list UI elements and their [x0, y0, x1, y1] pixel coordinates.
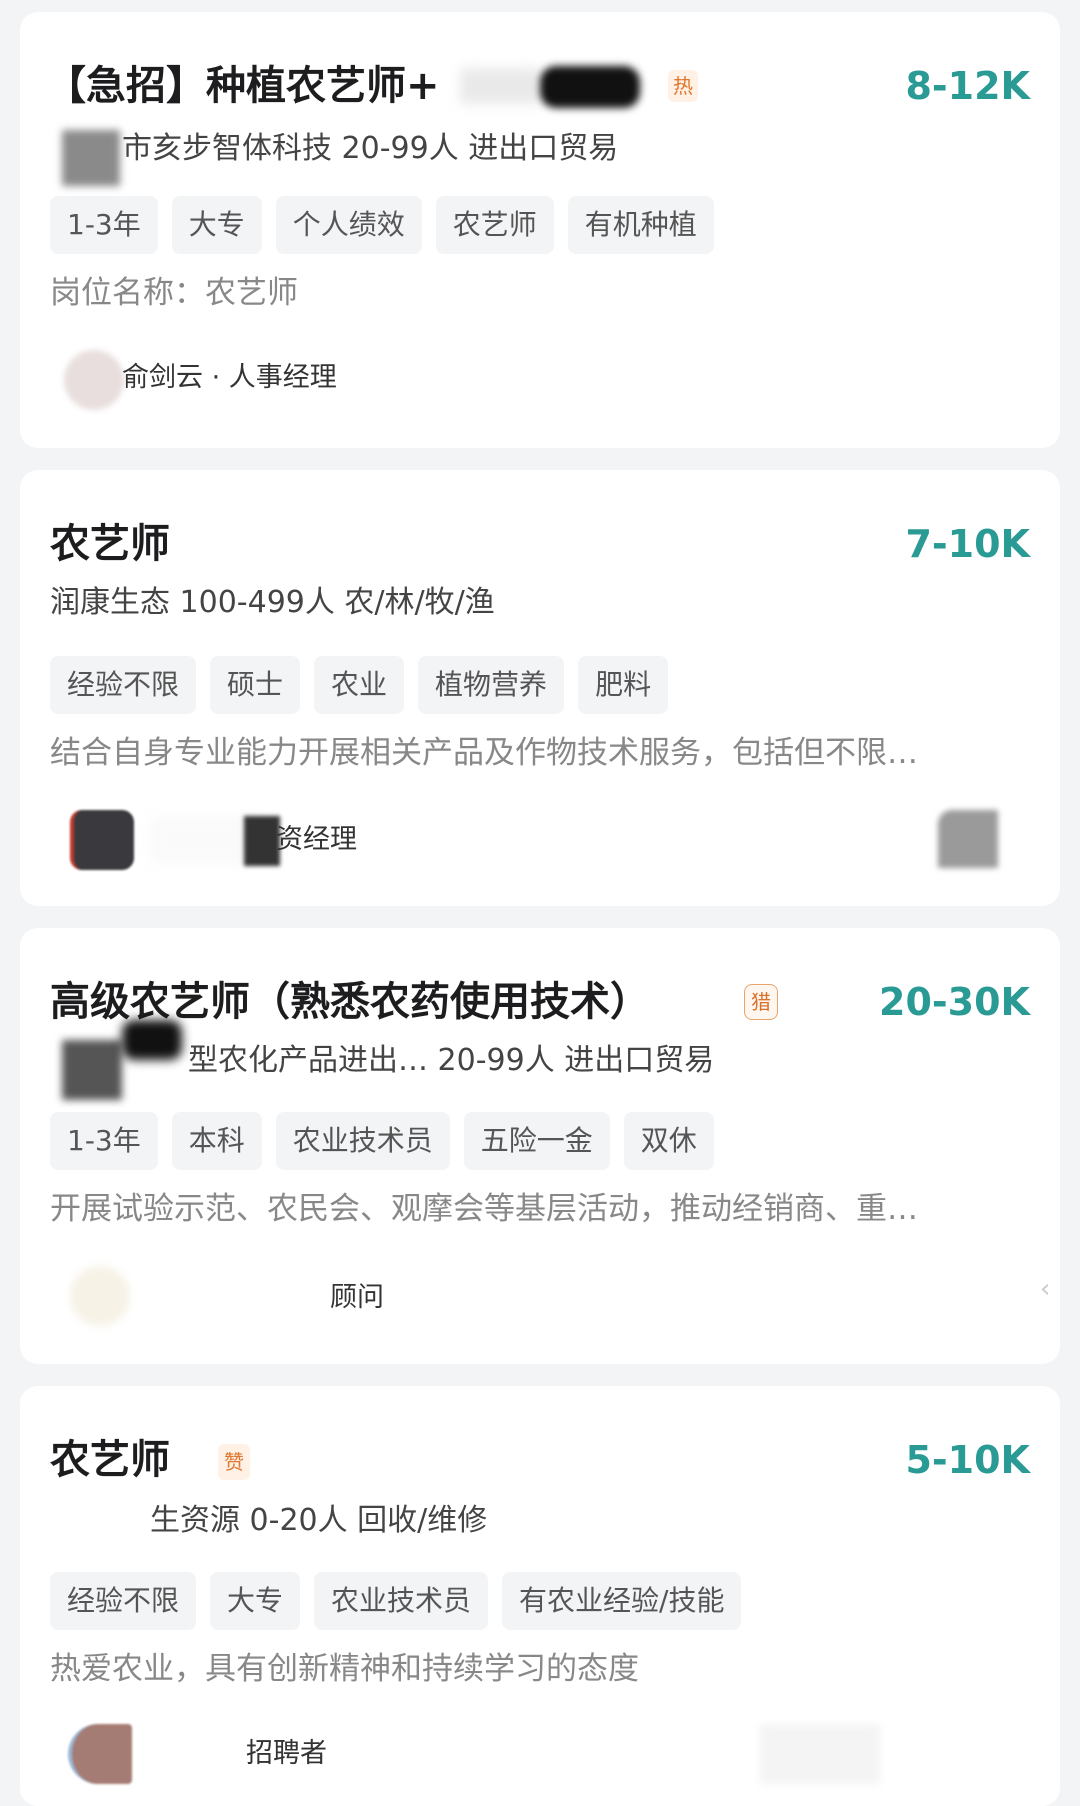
job-title: 农艺师: [50, 1437, 170, 1483]
company-logo-blur: [122, 1020, 182, 1060]
tag: 农业: [314, 656, 405, 714]
company-info: 型农化产品进出… 20-99人 进出口贸易: [188, 1043, 715, 1078]
tag: 有农业经验/技能: [502, 1572, 742, 1630]
salary: 5-10K: [905, 1438, 1030, 1482]
recruiter-title: 资经理: [276, 824, 357, 855]
job-title: 农艺师: [50, 521, 170, 567]
recruiter-row[interactable]: 顾问 ‹: [50, 1266, 1050, 1328]
hot-badge-icon: 热: [668, 70, 698, 102]
recruiter-avatar: [64, 350, 124, 410]
job-description: 结合自身专业能力开展相关产品及作物技术服务，包括但不限…: [50, 735, 918, 771]
tag-list: 经验不限 大专 农业技术员 有农业经验/技能: [50, 1572, 742, 1630]
salary: 7-10K: [905, 522, 1030, 566]
tag-list: 经验不限 硕士 农业 植物营养 肥料: [50, 656, 669, 714]
tag: 经验不限: [50, 1572, 197, 1630]
job-description: 开展试验示范、农民会、观摩会等基层活动，推动经销商、重…: [50, 1191, 918, 1227]
tag-list: 1-3年 大专 个人绩效 农艺师 有机种植: [50, 196, 714, 254]
company-info: 市亥步智体科技 20-99人 进出口贸易: [122, 131, 619, 166]
job-card[interactable]: 高级农艺师（熟悉农药使用技术） 猎 20-30K 型农化产品进出… 20-99人…: [20, 928, 1060, 1364]
job-title-row: 农艺师 7-10K: [50, 514, 1030, 574]
tag: 大专: [210, 1572, 301, 1630]
recruiter-row[interactable]: 招聘者: [50, 1724, 1030, 1784]
recruiter-title: 顾问: [330, 1282, 384, 1313]
tag: 有机种植: [567, 196, 714, 254]
recruiter-name: 俞剑云 · 人事经理: [122, 362, 337, 393]
tag: 农业技术员: [275, 1112, 450, 1170]
like-badge-icon: 赞: [218, 1444, 250, 1480]
job-description: 岗位名称：农艺师: [50, 275, 298, 311]
redacted-title-part: [540, 66, 640, 108]
chevron-left-icon: ‹: [1040, 1274, 1051, 1304]
recruiter-row[interactable]: 俞剑云 · 人事经理: [50, 348, 1030, 410]
salary: 8-12K: [905, 64, 1030, 108]
company-info: 生资源 0-20人 回收/维修: [150, 1503, 488, 1538]
tag: 植物营养: [418, 656, 565, 714]
recruiter-avatar: [70, 1266, 130, 1326]
tag: 农业技术员: [314, 1572, 489, 1630]
tag: 肥料: [578, 656, 669, 714]
company-logo-blur: [62, 1040, 122, 1100]
job-list: 【急招】种植农艺师+ 热 8-12K 市亥步智体科技 20-99人 进出口贸易 …: [0, 0, 1080, 1806]
redacted-right: [938, 810, 998, 868]
tag: 个人绩效: [275, 196, 422, 254]
company-info: 润康生态 100-499人 农/林/牧/渔: [50, 585, 495, 620]
job-card[interactable]: 农艺师 赞 5-10K 生资源 0-20人 回收/维修 经验不限 大专 农业技术…: [20, 1386, 1060, 1806]
redacted-right: [760, 1724, 880, 1784]
salary: 20-30K: [879, 980, 1030, 1024]
job-title-row: 【急招】种植农艺师+ 热 8-12K: [46, 56, 1030, 116]
tag: 1-3年: [50, 1112, 158, 1170]
headhunter-badge-icon: 猎: [744, 984, 778, 1020]
job-description: 热爱农业，具有创新精神和持续学习的态度: [50, 1651, 639, 1687]
tag: 农艺师: [435, 196, 554, 254]
tag: 双休: [623, 1112, 714, 1170]
tag: 五险一金: [463, 1112, 610, 1170]
job-title: 【急招】种植农艺师+: [46, 63, 440, 109]
job-card[interactable]: 农艺师 7-10K 润康生态 100-499人 农/林/牧/渔 经验不限 硕士 …: [20, 470, 1060, 906]
tag: 经验不限: [50, 656, 197, 714]
job-title-row: 农艺师 赞 5-10K: [50, 1430, 1030, 1490]
recruiter-avatar: [70, 810, 134, 870]
recruiter-avatar: [68, 1724, 132, 1784]
tag: 硕士: [210, 656, 301, 714]
recruiter-title: 招聘者: [246, 1738, 327, 1769]
tag: 1-3年: [50, 196, 158, 254]
company-logo-blur: [62, 130, 120, 186]
tag: 大专: [171, 196, 262, 254]
tag: 本科: [171, 1112, 262, 1170]
redacted-name: [244, 816, 280, 866]
recruiter-row[interactable]: 资经理: [50, 810, 1030, 870]
redacted-title-part: [460, 68, 540, 104]
job-card[interactable]: 【急招】种植农艺师+ 热 8-12K 市亥步智体科技 20-99人 进出口贸易 …: [20, 12, 1060, 448]
tag-list: 1-3年 本科 农业技术员 五险一金 双休: [50, 1112, 714, 1170]
job-title-row: 高级农艺师（熟悉农药使用技术） 猎 20-30K: [50, 972, 1030, 1032]
